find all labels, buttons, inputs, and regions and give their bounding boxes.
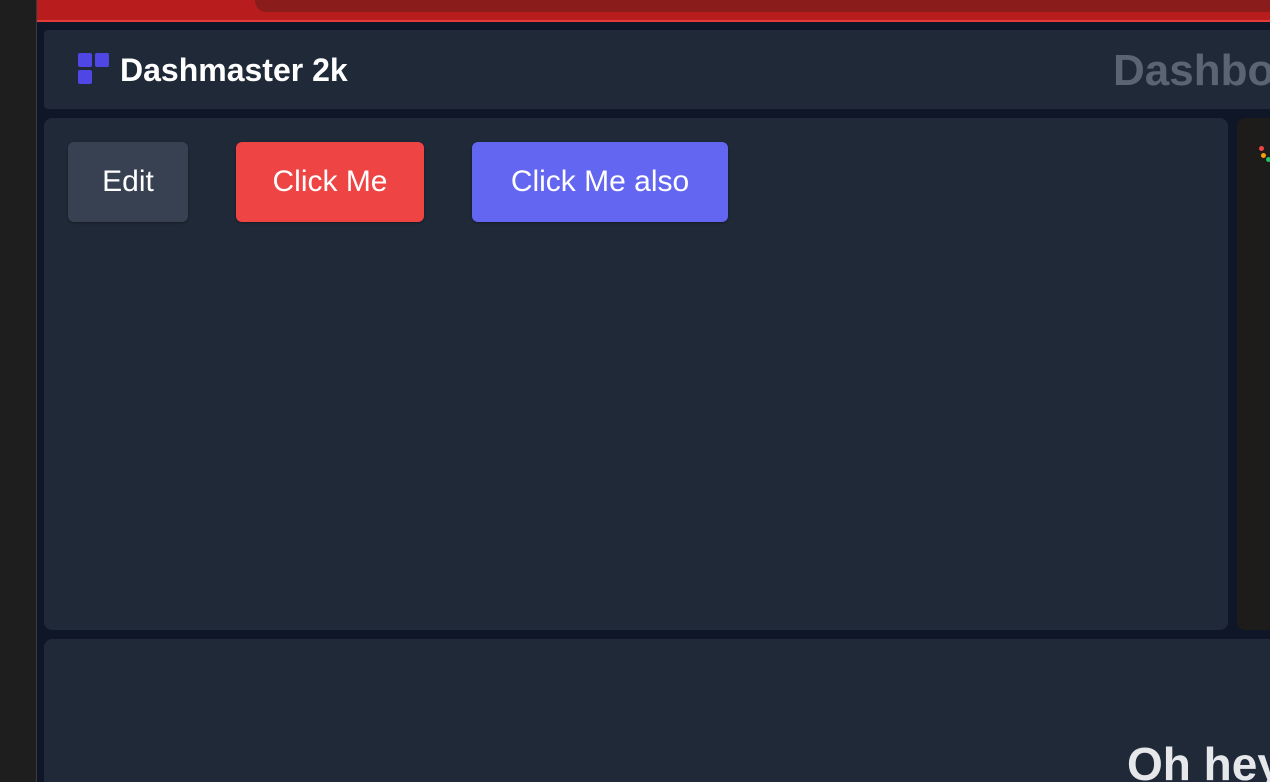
brand-name: Dashmaster 2k xyxy=(120,52,348,88)
screen: Dashmaster 2k Dashbo Edit Click Me Click… xyxy=(0,0,1270,782)
click-me-button[interactable]: Click Me xyxy=(236,142,424,222)
top-bar-tab[interactable] xyxy=(255,0,1270,12)
browser-top-bar xyxy=(37,0,1270,20)
greeting-heading: Oh hey xyxy=(1127,738,1270,782)
dot-green xyxy=(1266,157,1270,162)
dashboard-grid-icon xyxy=(78,53,112,87)
dot-red xyxy=(1259,146,1264,151)
click-me-also-button[interactable]: Click Me also xyxy=(472,142,728,222)
page-title: Dashbo xyxy=(1113,46,1270,95)
app-header: Dashmaster 2k Dashbo xyxy=(44,30,1270,109)
left-gutter xyxy=(0,0,36,782)
bottom-card: Oh hey xyxy=(44,639,1270,782)
logo-square xyxy=(78,70,92,84)
main-card: Edit Click Me Click Me also xyxy=(44,118,1228,630)
edit-button[interactable]: Edit xyxy=(68,142,188,222)
app-window: Dashmaster 2k Dashbo Edit Click Me Click… xyxy=(37,0,1270,782)
logo-square xyxy=(78,53,92,67)
logo-square xyxy=(95,53,109,67)
dots-icon xyxy=(1259,146,1270,168)
top-bar-edge xyxy=(37,20,1270,22)
dot-amber xyxy=(1261,153,1266,158)
side-card xyxy=(1237,118,1270,630)
